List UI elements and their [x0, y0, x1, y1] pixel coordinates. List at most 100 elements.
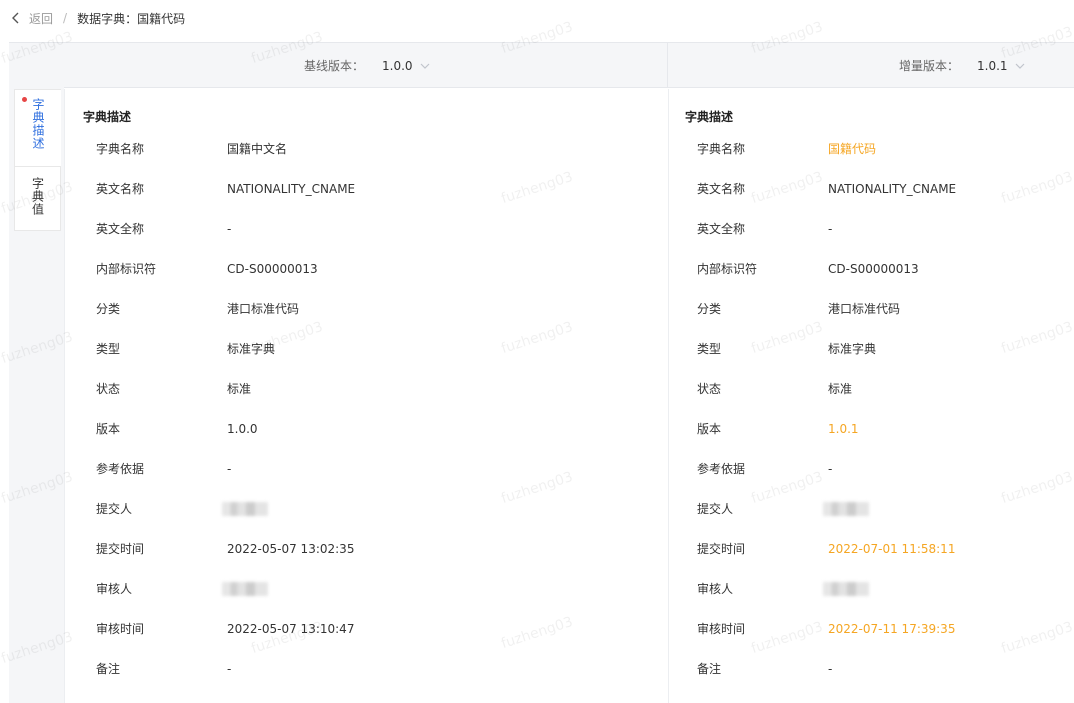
field-value: 2022-07-11 17:39:35: [828, 622, 956, 636]
incremental-panel: 字典描述 字典名称 国籍代码英文名称 NATIONALITY_CNAME 英文全称 - 内…: [668, 89, 1074, 703]
field-key: 内部标识符: [96, 262, 157, 276]
back-label: 返回: [29, 11, 54, 26]
field-row: 参考依据 -: [697, 461, 956, 501]
field-key: 参考依据: [96, 462, 145, 476]
field-value: 标准字典: [227, 342, 276, 356]
tab-dictionary-values[interactable]: 字典值: [14, 166, 61, 231]
field-row: 内部标识符 CD-S00000013: [697, 261, 956, 301]
field-key: 英文全称: [96, 222, 145, 236]
redacted-person-name: [823, 502, 869, 516]
field-key: 提交时间: [96, 542, 145, 556]
compare-frame: 字典描述 字典值 基线版本： 1.0.0 增量版本： 1.0.1 字典描述 字典…: [9, 42, 1074, 703]
field-key: 英文名称: [96, 182, 145, 196]
changed-indicator-dot: [22, 97, 27, 102]
version-header: 基线版本： 1.0.0 增量版本： 1.0.1: [64, 43, 1074, 88]
field-key: 版本: [96, 422, 121, 436]
field-value: 港口标准代码: [828, 302, 901, 316]
field-key: 分类: [96, 302, 121, 316]
field-row: 字典名称 国籍中文名: [96, 141, 355, 181]
baseline-panel: 字典描述 字典名称 国籍中文名 英文名称 NATIONALITY_CNAME 英文全称 -…: [64, 89, 667, 703]
field-key: 状态: [697, 382, 722, 396]
field-key: 备注: [96, 662, 121, 676]
field-value: CD-S00000013: [828, 262, 919, 276]
redacted-person-name: [823, 582, 869, 596]
field-key: 分类: [697, 302, 722, 316]
section-title: 字典描述: [685, 110, 734, 124]
field-key: 审核时间: [697, 622, 746, 636]
field-key: 类型: [96, 342, 121, 356]
field-row: 版本 1.0.1: [697, 421, 956, 461]
chevron-down-icon: [420, 63, 429, 69]
field-key: 审核时间: [96, 622, 145, 636]
field-row: 分类 港口标准代码: [96, 301, 355, 341]
field-value: 标准: [828, 382, 853, 396]
incremental-version-label: 增量版本：: [899, 59, 960, 73]
incremental-field-list: 字典名称 国籍代码英文名称 NATIONALITY_CNAME 英文全称 - 内部标识符 C…: [697, 141, 956, 701]
field-value: 2022-05-07 13:10:47: [227, 622, 355, 636]
field-row: 状态 标准: [96, 381, 355, 421]
field-key: 提交时间: [697, 542, 746, 556]
incremental-version-select[interactable]: 增量版本： 1.0.1: [899, 43, 1025, 88]
baseline-version-label: 基线版本：: [304, 59, 365, 73]
field-key: 英文名称: [697, 182, 746, 196]
field-row: 提交时间 2022-05-07 13:02:35: [96, 541, 355, 581]
field-row: 审核人: [96, 581, 355, 621]
field-row: 字典名称 国籍代码: [697, 141, 956, 181]
field-row: 英文全称 -: [96, 221, 355, 261]
baseline-version-select[interactable]: 基线版本： 1.0.0: [304, 43, 430, 88]
field-row: 提交人: [697, 501, 956, 541]
field-key: 英文全称: [697, 222, 746, 236]
field-value: -: [828, 222, 833, 236]
field-value: -: [828, 462, 833, 476]
back-button[interactable]: 返回: [11, 10, 53, 27]
side-tabs: 字典描述 字典值: [14, 89, 63, 231]
field-row: 备注 -: [96, 661, 355, 701]
field-key: 字典名称: [96, 142, 145, 156]
field-row: 备注 -: [697, 661, 956, 701]
field-row: 提交时间 2022-07-01 11:58:11: [697, 541, 956, 581]
field-key: 内部标识符: [697, 262, 758, 276]
field-row: 审核人: [697, 581, 956, 621]
field-key: 参考依据: [697, 462, 746, 476]
field-value: NATIONALITY_CNAME: [227, 182, 356, 196]
field-row: 分类 港口标准代码: [697, 301, 956, 341]
field-value: CD-S00000013: [227, 262, 318, 276]
field-row: 英文名称 NATIONALITY_CNAME: [96, 181, 355, 221]
field-key: 备注: [697, 662, 722, 676]
tab-dictionary-description[interactable]: 字典描述: [14, 89, 61, 167]
redacted-person-name: [222, 582, 268, 596]
tab-label: 字典描述: [31, 98, 45, 150]
field-row: 提交人: [96, 501, 355, 541]
breadcrumb-separator: /: [63, 11, 68, 25]
field-value: 国籍中文名: [227, 142, 288, 156]
page-title: 数据字典：国籍代码: [77, 11, 186, 26]
field-value: 港口标准代码: [227, 302, 300, 316]
field-row: 版本 1.0.0: [96, 421, 355, 461]
header-divider: [667, 43, 668, 88]
tab-label: 字典值: [30, 177, 45, 216]
field-value: 2022-05-07 13:02:35: [227, 542, 355, 556]
baseline-version-value: 1.0.0: [382, 58, 413, 73]
field-value: 2022-07-01 11:58:11: [828, 542, 956, 556]
field-row: 内部标识符 CD-S00000013: [96, 261, 355, 301]
field-key: 版本: [697, 422, 722, 436]
field-key: 审核人: [697, 582, 734, 596]
top-bar: 返回 / 数据字典：国籍代码: [0, 0, 1074, 36]
field-row: 状态 标准: [697, 381, 956, 421]
field-row: 英文名称 NATIONALITY_CNAME: [697, 181, 956, 221]
field-key: 字典名称: [697, 142, 746, 156]
chevron-left-icon: [12, 12, 19, 24]
field-row: 类型 标准字典: [697, 341, 956, 381]
field-row: 英文全称 -: [697, 221, 956, 261]
field-value: 国籍代码: [828, 142, 877, 156]
field-key: 提交人: [96, 502, 133, 516]
field-value: 1.0.1: [828, 422, 859, 436]
field-row: 类型 标准字典: [96, 341, 355, 381]
field-row: 审核时间 2022-07-11 17:39:35: [697, 621, 956, 661]
incremental-version-value: 1.0.1: [977, 58, 1008, 73]
section-title: 字典描述: [83, 110, 132, 124]
redacted-person-name: [222, 502, 268, 516]
field-value: -: [227, 462, 232, 476]
field-key: 审核人: [96, 582, 133, 596]
baseline-field-list: 字典名称 国籍中文名 英文名称 NATIONALITY_CNAME 英文全称 - 内部标识符…: [96, 141, 355, 701]
